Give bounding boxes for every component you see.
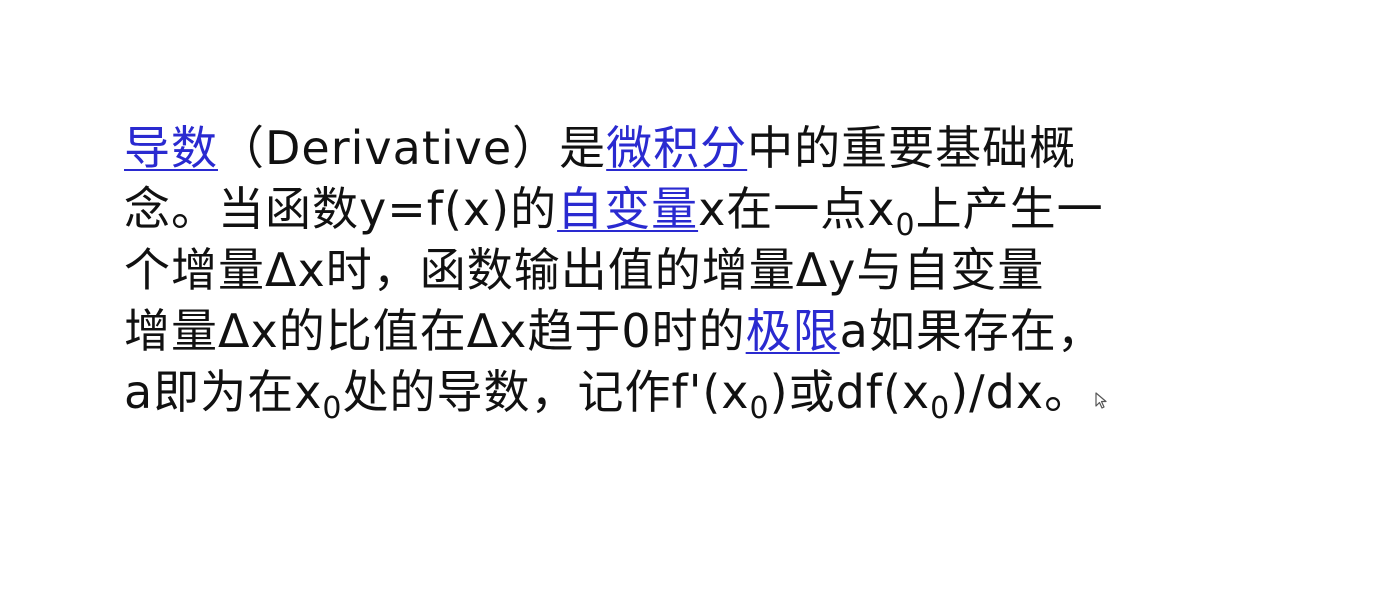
paragraph-line-4: 增量Δx的比值在Δx趋于0时的极限a如果存在，	[124, 301, 1254, 362]
line-2-text-c: 上产生一	[915, 182, 1104, 236]
line-5-text-c: )或df(x	[769, 365, 931, 419]
line-5-period: 。	[1044, 365, 1092, 419]
paragraph-line-5: a即为在x0处的导数，记作f'(x0)或df(x0)/dx。	[124, 362, 1254, 426]
link-independent-variable[interactable]: 自变量	[557, 182, 698, 236]
link-calculus[interactable]: 微积分	[606, 121, 747, 175]
line-1-text-a: （Derivative）是	[218, 121, 607, 175]
link-derivative[interactable]: 导数	[124, 121, 218, 175]
subscript-zero: 0	[930, 391, 951, 426]
line-2-text-a: 念。当函数y=f(x)的	[124, 182, 558, 236]
paragraph-line-2: 念。当函数y=f(x)的自变量x在一点x0上产生一	[124, 179, 1254, 243]
derivative-definition-paragraph: 导数（Derivative）是微积分中的重要基础概 念。当函数y=f(x)的自变…	[124, 118, 1254, 426]
line-4-text-a: 增量Δx的比值在Δx趋于0时的	[124, 304, 746, 358]
line-5-text-a: a即为在x	[124, 365, 323, 419]
line-2-text-b: x在一点x	[698, 182, 896, 236]
subscript-zero: 0	[749, 391, 770, 426]
line-1-text-b: 中的重要基础概	[747, 121, 1077, 175]
mouse-pointer-icon	[1095, 364, 1109, 409]
subscript-zero: 0	[895, 208, 916, 243]
subscript-zero: 0	[322, 391, 343, 426]
line-5-text-b: 处的导数，记作f'(x	[342, 365, 750, 419]
line-3-text: 个增量Δx时，函数输出值的增量Δy与自变量	[124, 243, 1045, 297]
paragraph-line-3: 个增量Δx时，函数输出值的增量Δy与自变量	[124, 240, 1254, 301]
line-5-text-d: )/dx	[950, 365, 1045, 419]
line-4-text-b: a如果存在，	[839, 304, 1104, 358]
link-limit[interactable]: 极限	[746, 304, 840, 358]
paragraph-line-1: 导数（Derivative）是微积分中的重要基础概	[124, 118, 1254, 179]
